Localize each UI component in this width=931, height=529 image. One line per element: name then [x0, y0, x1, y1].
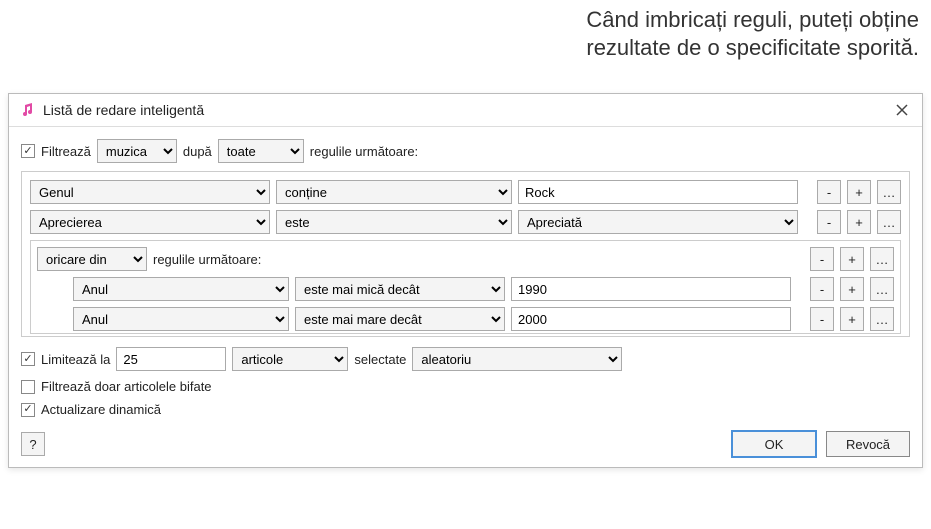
rule-field-select[interactable]: Genul	[30, 180, 270, 204]
dialog-body: Filtrează muzica după toate regulile urm…	[9, 127, 922, 467]
remove-rule-button[interactable]: -	[810, 277, 834, 301]
rule-op-select[interactable]: este mai mică decât	[295, 277, 505, 301]
rules-container: Genul conține - + … Aprecierea este Apre…	[21, 171, 910, 337]
remove-rule-button[interactable]: -	[810, 307, 834, 331]
filter-after-word: după	[183, 144, 212, 159]
cancel-button[interactable]: Revocă	[826, 431, 910, 457]
live-update-row: Actualizare dinamică	[21, 402, 910, 417]
only-checked-label: Filtrează doar articolele bifate	[41, 379, 212, 394]
annotation-text: Când imbricați reguli, puteți obținerezu…	[586, 6, 919, 61]
only-checked-row: Filtrează doar articolele bifate	[21, 379, 910, 394]
help-button[interactable]: ?	[21, 432, 45, 456]
filter-label: Filtrează	[41, 144, 91, 159]
rule-op-select[interactable]: conține	[276, 180, 512, 204]
nested-match-mode-select[interactable]: oricare din	[37, 247, 147, 271]
nest-rule-button[interactable]: …	[870, 247, 894, 271]
filter-suffix: regulile următoare:	[310, 144, 418, 159]
nest-rule-button[interactable]: …	[870, 277, 894, 301]
rule-value-input[interactable]	[518, 180, 798, 204]
limit-checkbox[interactable]	[21, 352, 35, 366]
live-update-checkbox[interactable]	[21, 403, 35, 417]
nest-rule-button[interactable]: …	[870, 307, 894, 331]
dialog-footer: ? OK Revocă	[21, 425, 910, 457]
add-rule-button[interactable]: +	[840, 247, 864, 271]
rule-value-select[interactable]: Apreciată	[518, 210, 798, 234]
filter-row: Filtrează muzica după toate regulile urm…	[21, 139, 910, 163]
filter-checkbox[interactable]	[21, 144, 35, 158]
add-rule-button[interactable]: +	[840, 307, 864, 331]
rule-row: Anul este mai mică decât - + …	[37, 277, 894, 301]
rule-row: Genul conține - + …	[30, 180, 901, 204]
rule-op-select[interactable]: este mai mare decât	[295, 307, 505, 331]
match-mode-select[interactable]: toate	[218, 139, 304, 163]
limit-value-input[interactable]	[116, 347, 226, 371]
app-music-icon	[19, 102, 35, 118]
limit-label: Limitează la	[41, 352, 110, 367]
rule-row: Aprecierea este Apreciată - + …	[30, 210, 901, 234]
remove-rule-button[interactable]: -	[817, 180, 841, 204]
rule-value-input[interactable]	[511, 307, 791, 331]
add-rule-button[interactable]: +	[840, 277, 864, 301]
nested-rule-group: oricare din regulile următoare: - + … An…	[30, 240, 901, 334]
nest-rule-button[interactable]: …	[877, 210, 901, 234]
close-button[interactable]	[892, 100, 912, 120]
limit-unit-select[interactable]: articole	[232, 347, 348, 371]
nested-suffix: regulile următoare:	[153, 252, 261, 267]
filter-source-select[interactable]: muzica	[97, 139, 177, 163]
add-rule-button[interactable]: +	[847, 210, 871, 234]
rule-field-select[interactable]: Anul	[73, 277, 289, 301]
live-update-label: Actualizare dinamică	[41, 402, 161, 417]
nested-header-row: oricare din regulile următoare: - + …	[37, 247, 894, 271]
rule-op-select[interactable]: este	[276, 210, 512, 234]
rule-value-input[interactable]	[511, 277, 791, 301]
remove-rule-button[interactable]: -	[810, 247, 834, 271]
only-checked-checkbox[interactable]	[21, 380, 35, 394]
titlebar: Listă de redare inteligentă	[9, 94, 922, 127]
limit-row: Limitează la articole selectate aleatori…	[21, 347, 910, 371]
nest-rule-button[interactable]: …	[877, 180, 901, 204]
smart-playlist-dialog: Listă de redare inteligentă Filtrează mu…	[8, 93, 923, 468]
rule-field-select[interactable]: Aprecierea	[30, 210, 270, 234]
limit-selected-word: selectate	[354, 352, 406, 367]
add-rule-button[interactable]: +	[847, 180, 871, 204]
rule-row: Anul este mai mare decât - + …	[37, 307, 894, 331]
limit-method-select[interactable]: aleatoriu	[412, 347, 622, 371]
dialog-title: Listă de redare inteligentă	[43, 102, 892, 118]
remove-rule-button[interactable]: -	[817, 210, 841, 234]
ok-button[interactable]: OK	[732, 431, 816, 457]
rule-field-select[interactable]: Anul	[73, 307, 289, 331]
